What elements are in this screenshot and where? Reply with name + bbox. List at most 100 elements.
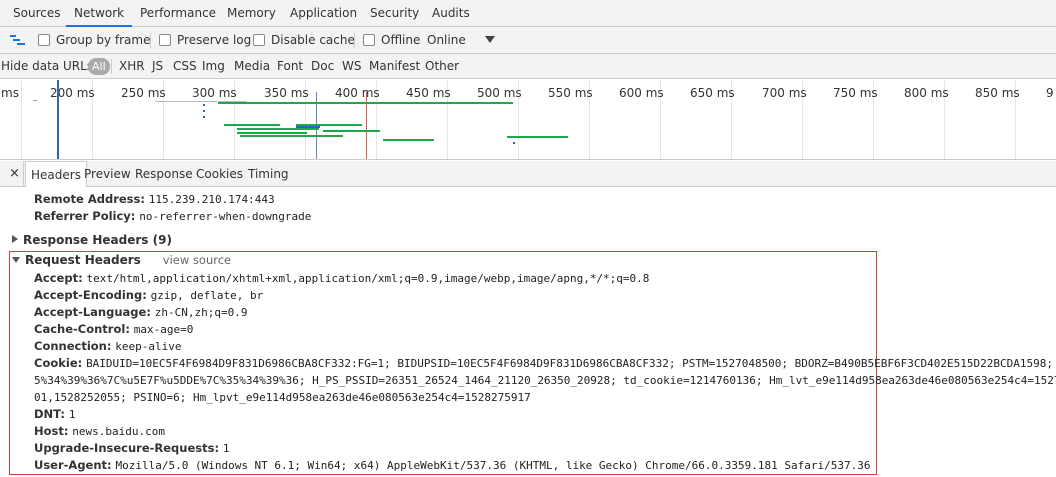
filter-bar: Hide data URLs All XHR JS CSS Img Media … bbox=[0, 54, 1056, 79]
header-name: Cookie: bbox=[34, 356, 83, 370]
response-headers-label: Response Headers (9) bbox=[23, 233, 172, 247]
checkbox-icon bbox=[363, 34, 375, 46]
waterfall-view-icon[interactable] bbox=[10, 27, 26, 54]
throttling-value: Online bbox=[427, 33, 466, 47]
request-header-row: Accept: text/html,application/xhtml+xml,… bbox=[34, 270, 649, 287]
header-value: BAIDUID=10EC5F4F6984D9F831D6986CBA8CF332… bbox=[86, 357, 1056, 370]
close-icon[interactable]: × bbox=[9, 161, 20, 187]
header-value: Mozilla/5.0 (Windows NT 6.1; Win64; x64)… bbox=[115, 459, 871, 472]
throttling-select[interactable]: Online bbox=[427, 27, 466, 54]
tab-preview[interactable]: Preview bbox=[84, 161, 131, 187]
header-name: Cache-Control: bbox=[34, 322, 130, 336]
request-details-tabs: × Headers Preview Response Cookies Timin… bbox=[0, 161, 1056, 187]
request-bar bbox=[33, 100, 37, 101]
chevron-down-icon[interactable] bbox=[485, 27, 495, 54]
waterfall-overview bbox=[33, 80, 568, 159]
header-name: Host: bbox=[34, 424, 69, 438]
request-bar bbox=[240, 135, 343, 137]
preserve-log-label: Preserve log bbox=[177, 33, 252, 47]
header-name: Referrer Policy: bbox=[34, 209, 136, 223]
tab-performance[interactable]: Performance bbox=[140, 0, 216, 27]
filter-css[interactable]: CSS bbox=[173, 54, 197, 79]
header-name: Accept-Encoding: bbox=[34, 288, 147, 302]
network-toolbar: Group by frame Preserve log Disable cach… bbox=[0, 27, 1056, 54]
group-by-frame-checkbox[interactable]: Group by frame bbox=[38, 27, 150, 54]
request-headers-label: Request Headers bbox=[25, 253, 141, 267]
devtools-tab-bar: Sources Network Performance Memory Appli… bbox=[0, 0, 1056, 27]
response-headers-section[interactable]: Response Headers (9) bbox=[12, 232, 172, 249]
header-value: 1 bbox=[222, 442, 230, 455]
request-headers-section[interactable]: Request Headers view source bbox=[12, 252, 231, 269]
group-by-frame-label: Group by frame bbox=[56, 33, 151, 47]
request-bar bbox=[296, 124, 362, 126]
filter-img[interactable]: Img bbox=[202, 54, 225, 79]
offline-checkbox[interactable]: Offline bbox=[363, 27, 420, 54]
request-header-row: Host: news.baidu.com bbox=[34, 423, 165, 440]
request-bar bbox=[237, 128, 319, 130]
header-name: Upgrade-Insecure-Requests: bbox=[34, 441, 220, 455]
request-header-row: Cookie: BAIDUID=10EC5F4F6984D9F831D6986C… bbox=[34, 355, 1056, 372]
request-bar bbox=[155, 101, 247, 102]
header-name: Remote Address: bbox=[34, 192, 145, 206]
header-value: zh-CN,zh;q=0.9 bbox=[154, 306, 248, 319]
header-value: 115.239.210.174:443 bbox=[148, 193, 275, 206]
divider bbox=[111, 59, 112, 74]
preserve-log-checkbox[interactable]: Preserve log bbox=[159, 27, 251, 54]
tab-audits[interactable]: Audits bbox=[432, 0, 470, 27]
header-value: gzip, deflate, br bbox=[150, 289, 264, 302]
request-bar bbox=[237, 132, 307, 134]
header-name: Connection: bbox=[34, 339, 112, 353]
request-bar bbox=[323, 130, 380, 132]
request-header-row: Accept-Language: zh-CN,zh;q=0.9 bbox=[34, 304, 247, 321]
tab-application[interactable]: Application bbox=[290, 0, 357, 27]
filter-js[interactable]: JS bbox=[152, 54, 163, 79]
filter-media[interactable]: Media bbox=[234, 54, 270, 79]
tab-sources[interactable]: Sources bbox=[13, 0, 60, 27]
filter-xhr[interactable]: XHR bbox=[119, 54, 145, 79]
general-header-row: Remote Address: 115.239.210.174:443 bbox=[34, 191, 275, 208]
filter-doc[interactable]: Doc bbox=[311, 54, 334, 79]
request-bar bbox=[383, 139, 434, 141]
timeline-overview[interactable]: ms 200 ms 250 ms 300 ms 350 ms 400 ms 45… bbox=[0, 80, 1056, 160]
request-header-row: User-Agent: Mozilla/5.0 (Windows NT 6.1;… bbox=[34, 457, 870, 474]
tab-response[interactable]: Response bbox=[135, 161, 193, 187]
view-source-link[interactable]: view source bbox=[163, 253, 231, 267]
request-bar bbox=[507, 136, 568, 138]
expand-triangle-icon bbox=[12, 235, 18, 243]
header-value: 5%34%39%36%7C%u5E7F%u5DDE%7C%35%34%39%36… bbox=[34, 374, 1056, 387]
offline-label: Offline bbox=[381, 33, 421, 47]
request-header-row-continued: 01,1528252055; PSINO=6; Hm_lpvt_e9e114d9… bbox=[34, 389, 531, 406]
general-header-row: Referrer Policy: no-referrer-when-downgr… bbox=[34, 208, 311, 225]
request-bar bbox=[203, 104, 205, 106]
tab-security[interactable]: Security bbox=[370, 0, 419, 27]
request-header-row: Upgrade-Insecure-Requests: 1 bbox=[34, 440, 230, 457]
filter-manifest[interactable]: Manifest bbox=[369, 54, 420, 79]
headers-panel: Remote Address: 115.239.210.174:443 Refe… bbox=[0, 188, 1056, 477]
hide-data-urls-toggle[interactable]: Hide data URLs bbox=[1, 54, 93, 79]
header-value: max-age=0 bbox=[133, 323, 194, 336]
tab-headers[interactable]: Headers bbox=[25, 161, 87, 187]
request-bar bbox=[203, 116, 205, 118]
filter-other[interactable]: Other bbox=[425, 54, 459, 79]
header-value: news.baidu.com bbox=[72, 425, 166, 438]
header-value: no-referrer-when-downgrade bbox=[139, 210, 312, 223]
request-header-row: Connection: keep-alive bbox=[34, 338, 182, 355]
tab-memory[interactable]: Memory bbox=[227, 0, 276, 27]
filter-font[interactable]: Font bbox=[277, 54, 303, 79]
tab-cookies[interactable]: Cookies bbox=[196, 161, 243, 187]
divider bbox=[354, 33, 355, 48]
tab-network[interactable]: Network bbox=[66, 0, 133, 27]
request-bar bbox=[296, 126, 320, 128]
tab-timing[interactable]: Timing bbox=[248, 161, 289, 187]
request-bar bbox=[513, 142, 515, 144]
header-value: text/html,application/xhtml+xml,applicat… bbox=[86, 272, 650, 285]
disable-cache-checkbox[interactable]: Disable cache bbox=[253, 27, 355, 54]
filter-all[interactable]: All bbox=[88, 58, 110, 75]
filter-ws[interactable]: WS bbox=[342, 54, 361, 79]
dom-content-loaded-marker bbox=[57, 80, 59, 159]
header-value: 1 bbox=[68, 408, 76, 421]
collapse-triangle-icon bbox=[12, 257, 20, 263]
request-bar bbox=[203, 110, 205, 112]
request-bar bbox=[224, 124, 280, 126]
request-header-row: Cache-Control: max-age=0 bbox=[34, 321, 193, 338]
